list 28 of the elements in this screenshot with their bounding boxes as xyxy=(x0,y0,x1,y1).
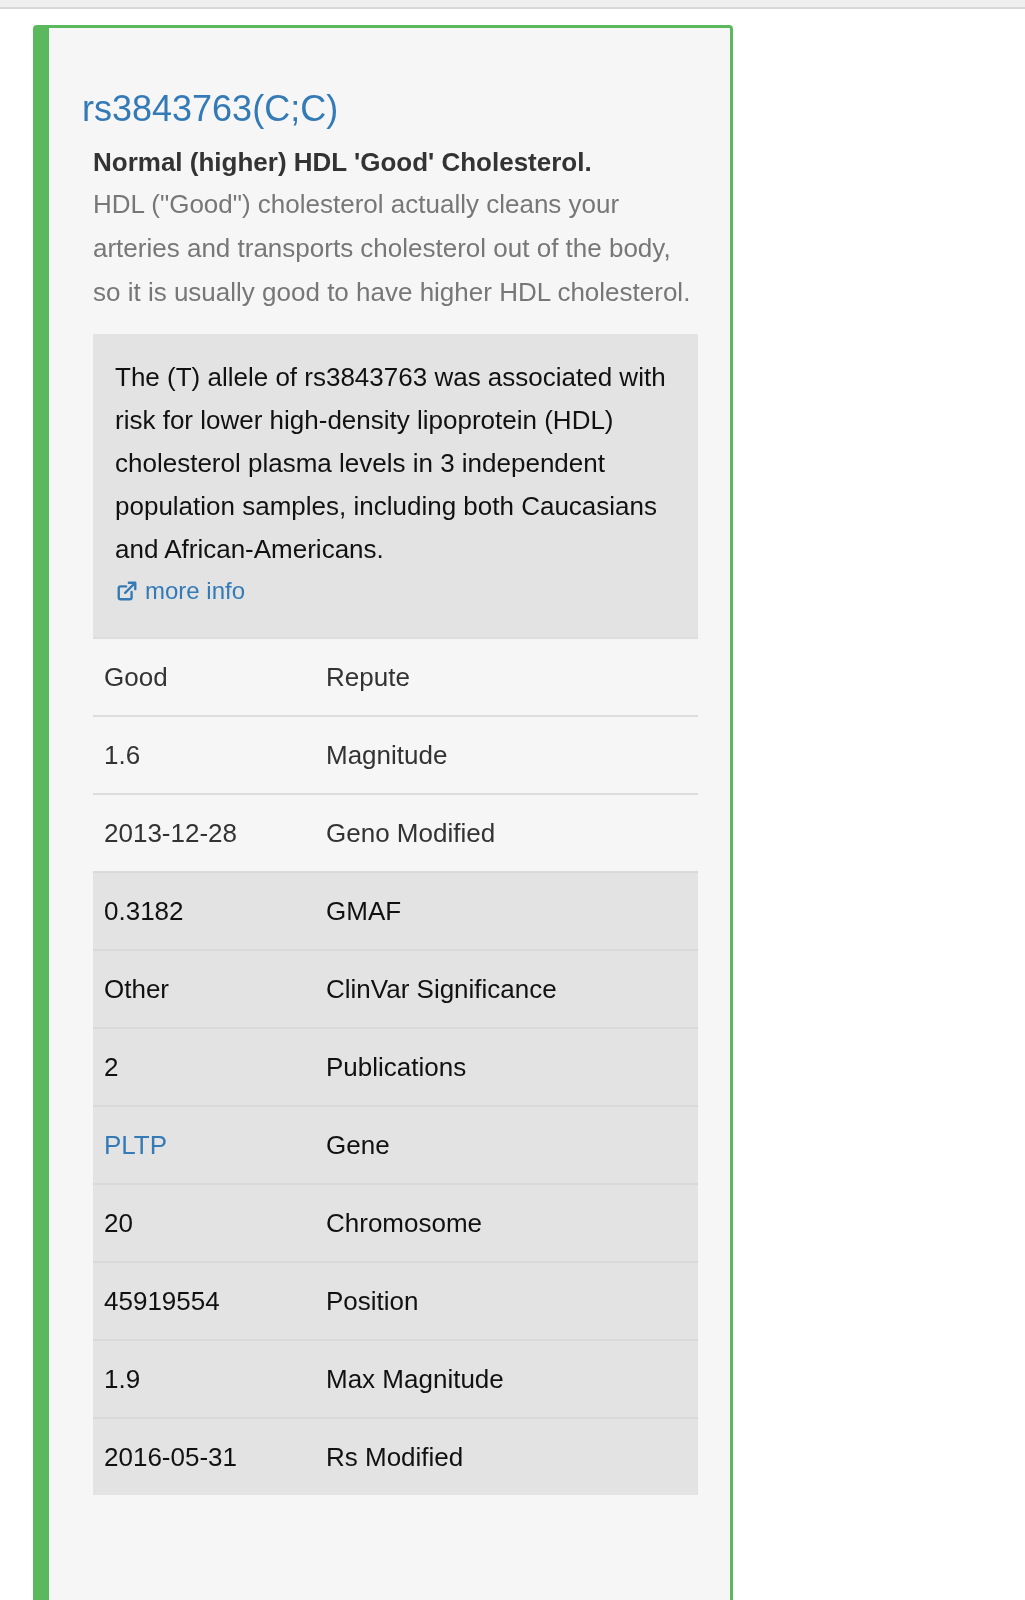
table-cell: ClinVar Significance xyxy=(326,973,557,1005)
table-cell-text: 0.3182 xyxy=(103,895,185,927)
genotype-title-link[interactable]: rs3843763(C;C) xyxy=(82,84,339,134)
table-cell: Publications xyxy=(326,1051,467,1083)
gene-link[interactable]: PLTP xyxy=(93,1129,326,1161)
table-cell-text: Good xyxy=(103,661,169,693)
summary-heading: Normal (higher) HDL 'Good' Cholesterol. xyxy=(93,146,593,179)
table-cell-text: 20 xyxy=(103,1207,134,1239)
table-cell-text: Other xyxy=(103,973,171,1005)
table-cell: Repute xyxy=(326,661,410,693)
table-cell-text: 1.6 xyxy=(103,739,142,771)
table-cell-text: 45919554 xyxy=(103,1285,221,1317)
external-link-icon xyxy=(115,580,139,602)
table-cell: Gene xyxy=(326,1129,390,1161)
table-cell: GMAF xyxy=(326,895,402,927)
table-cell: Max Magnitude xyxy=(326,1363,504,1395)
table-cell: Geno Modified xyxy=(326,817,496,849)
table-cell-text: 2013-12-28 xyxy=(103,817,238,849)
table-cell: Chromosome xyxy=(326,1207,483,1239)
summary-text: HDL ("Good") cholesterol actually cleans your arteries and transports cholesterol out of the body, so it is usually good to have higher HDL cholesterol. xyxy=(93,188,692,309)
table-cell-text: 2016-05-31 xyxy=(103,1441,238,1473)
note-text: The (T) allele of rs3843763 was associated with risk for lower high-density lipoprotein (HDL) cholesterol plasma levels in 3 independent population samples, including both Caucasians and African-Americans. xyxy=(115,361,667,566)
table-cell-text: 2 xyxy=(103,1051,120,1083)
table-cell: Magnitude xyxy=(326,739,448,771)
table-cell: Position xyxy=(326,1285,419,1317)
table-cell: Rs Modified xyxy=(326,1441,464,1473)
table-cell-text: 1.9 xyxy=(103,1363,142,1395)
more-info-link[interactable]: more info xyxy=(115,571,246,611)
